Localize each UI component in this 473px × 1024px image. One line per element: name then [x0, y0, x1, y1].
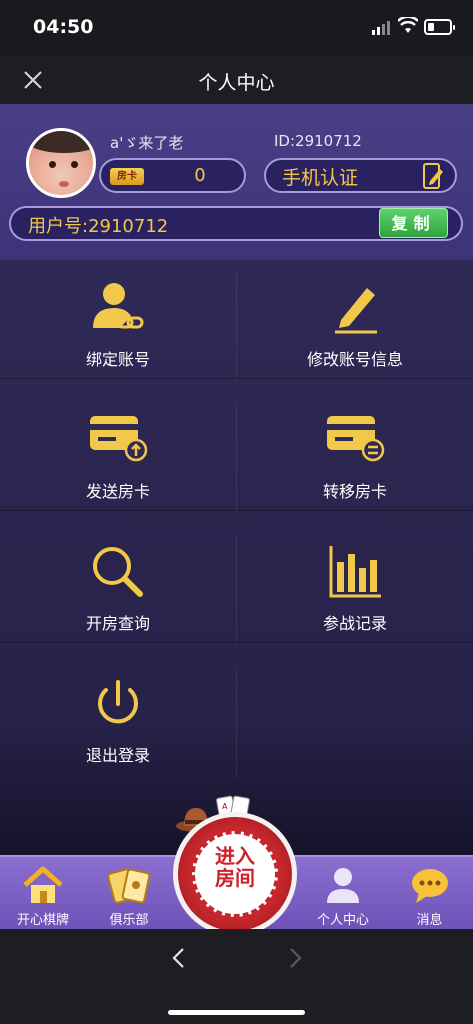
menu-item-edit-account[interactable]: 修改账号信息: [237, 260, 473, 392]
menu-label: 转移房卡: [322, 482, 387, 501]
user-link-icon: [93, 283, 144, 329]
room-card-count: 0: [194, 165, 206, 186]
menu-item-battle-records[interactable]: 参战记录: [237, 524, 473, 656]
copy-button[interactable]: 复制: [379, 208, 448, 238]
status-time: 04:50: [33, 16, 94, 38]
wifi-icon: [398, 17, 418, 33]
person-icon: [327, 868, 359, 903]
user-number: 用户号:2910712: [28, 216, 169, 237]
menu-label: 修改账号信息: [306, 350, 403, 369]
tab-label: 消息: [416, 913, 443, 928]
tab-messages[interactable]: 消息: [386, 857, 473, 931]
tab-home[interactable]: 开心棋牌: [0, 857, 86, 931]
home-icon: [23, 866, 63, 903]
card-send-icon: [90, 416, 148, 462]
user-id: ID:2910712: [274, 132, 362, 150]
menu-item-logout[interactable]: 退出登录: [0, 656, 236, 788]
power-icon: [98, 680, 138, 724]
phone-edit-icon: [423, 163, 443, 189]
back-arrow-icon[interactable]: [170, 946, 188, 970]
enter-room-label: 进入 房间: [215, 844, 255, 890]
menu-item-bind-account[interactable]: 绑定账号: [0, 260, 236, 392]
cellular-signal-icon: [372, 21, 390, 35]
tab-label: 俱乐部: [109, 913, 149, 928]
cards-club-icon: [107, 868, 151, 904]
menu-item-room-query[interactable]: 开房查询: [0, 524, 236, 656]
chat-bubble-icon: [411, 869, 448, 903]
card-transfer-icon: [327, 416, 385, 462]
menu-label: 参战记录: [322, 614, 387, 633]
search-icon: [93, 547, 143, 597]
enter-room-button[interactable]: 进入 房间: [173, 812, 297, 936]
status-bar: 04:50: [0, 0, 473, 56]
tab-personal-center[interactable]: 个人中心: [300, 857, 386, 931]
forward-arrow-icon[interactable]: [286, 946, 304, 970]
room-card-tag: 房卡: [110, 168, 144, 185]
tab-club[interactable]: 俱乐部: [86, 857, 172, 931]
menu-label: 开房查询: [85, 614, 150, 633]
phone-verify-label: 手机认证: [282, 167, 359, 189]
menu-label: 绑定账号: [85, 350, 150, 369]
bar-chart-icon: [329, 546, 381, 598]
menu-label: 发送房卡: [85, 482, 150, 501]
menu-grid: 绑定账号 修改账号信息 发送房卡 转移房卡 开房查询 参战记录 退出登录: [0, 260, 473, 855]
tab-label: 开心棋牌: [16, 913, 69, 928]
battery-icon: [424, 19, 455, 35]
menu-item-send-card[interactable]: 发送房卡: [0, 392, 236, 524]
menu-label: 退出登录: [85, 746, 150, 765]
pencil-edit-icon: [335, 288, 377, 334]
nickname: a'ゞ来了老: [110, 134, 184, 152]
tab-label: 个人中心: [316, 913, 369, 928]
avatar[interactable]: [26, 128, 96, 198]
menu-item-transfer-card[interactable]: 转移房卡: [237, 392, 473, 524]
home-indicator: [168, 1010, 305, 1015]
svg-text:A: A: [222, 802, 228, 811]
nav-bar: 个人中心: [0, 56, 473, 104]
page-title: 个人中心: [198, 72, 275, 94]
